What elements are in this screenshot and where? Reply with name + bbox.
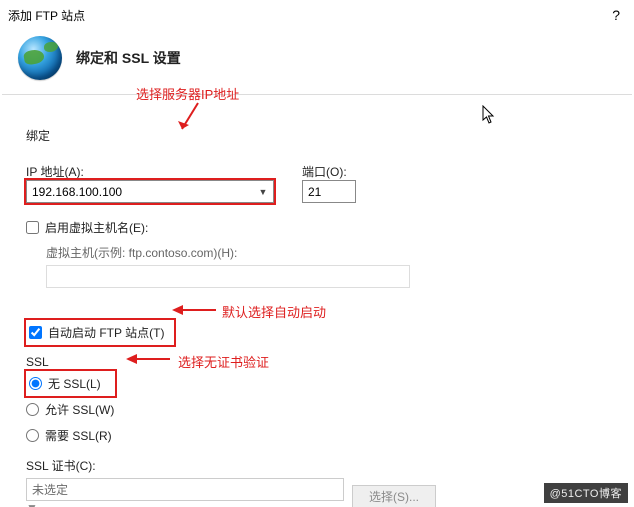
auto-start-checkbox[interactable]	[29, 326, 42, 339]
ip-address-input[interactable]	[26, 180, 274, 203]
titlebar: 添加 FTP 站点 ?	[0, 0, 634, 26]
cert-label: SSL 证书(C):	[26, 457, 612, 474]
vhost-hint: 虚拟主机(示例: ftp.contoso.com)(H):	[46, 244, 612, 261]
binding-legend: 绑定	[26, 130, 50, 143]
help-button[interactable]: ?	[606, 7, 626, 23]
select-cert-button: 选择(S)...	[352, 485, 436, 507]
globe-icon	[18, 36, 62, 80]
allow-ssl-label: 允许 SSL(W)	[45, 401, 114, 418]
port-input[interactable]	[302, 180, 356, 203]
no-ssl-row: 无 SSL(L) 选择无证书验证	[26, 375, 612, 391]
chevron-down-icon: ▼	[26, 501, 38, 507]
allow-ssl-row: 允许 SSL(W)	[26, 401, 612, 417]
watermark: @51CTO博客	[544, 483, 628, 503]
arrow-icon	[126, 352, 172, 366]
cert-combo[interactable]: ▼	[26, 478, 344, 507]
header: 绑定和 SSL 设置	[0, 26, 634, 94]
window-title: 添加 FTP 站点	[8, 7, 606, 24]
require-ssl-radio[interactable]	[26, 429, 39, 442]
ip-address-combo[interactable]: ▼	[26, 180, 274, 203]
arrow-icon	[172, 303, 218, 317]
auto-start-row: 自动启动 FTP 站点(T)	[26, 320, 612, 345]
auto-start-label: 自动启动 FTP 站点(T)	[48, 324, 164, 341]
auto-start-highlight: 自动启动 FTP 站点(T)	[26, 320, 174, 345]
require-ssl-label: 需要 SSL(R)	[45, 427, 112, 444]
enable-vhost-label: 启用虚拟主机名(E):	[45, 219, 148, 236]
port-label: 端口(O):	[302, 163, 356, 180]
ssl-legend: SSL	[26, 356, 49, 369]
ssl-group: SSL 无 SSL(L) 选择无证书验证 允许 SSL(W	[26, 355, 612, 507]
ip-label: IP 地址(A):	[26, 163, 274, 180]
no-ssl-radio[interactable]	[29, 377, 42, 390]
content: 绑定 选择服务器IP地址 IP 地址(A): ▼ 端口(O):	[0, 95, 634, 507]
dialog-window: 添加 FTP 站点 ? 绑定和 SSL 设置 绑定 选择服务器IP地址 IP 地…	[0, 0, 634, 507]
annotation-nossl: 选择无证书验证	[178, 352, 269, 371]
page-title: 绑定和 SSL 设置	[76, 48, 181, 68]
allow-ssl-radio[interactable]	[26, 403, 39, 416]
no-ssl-label: 无 SSL(L)	[48, 375, 101, 392]
annotation-autostart: 默认选择自动启动	[222, 302, 326, 321]
require-ssl-row: 需要 SSL(R)	[26, 427, 612, 443]
arrow-icon	[174, 101, 204, 137]
binding-group: IP 地址(A): ▼ 端口(O): 启用虚拟主机名(E): 虚拟主机(示例: …	[26, 149, 612, 288]
no-ssl-highlight: 无 SSL(L)	[26, 371, 115, 396]
enable-vhost-checkbox[interactable]	[26, 221, 39, 234]
cert-input[interactable]	[26, 478, 344, 501]
cert-row: ▼ 选择(S)...	[26, 478, 612, 507]
vhost-input	[46, 265, 410, 288]
enable-vhost-row: 启用虚拟主机名(E):	[26, 219, 612, 236]
